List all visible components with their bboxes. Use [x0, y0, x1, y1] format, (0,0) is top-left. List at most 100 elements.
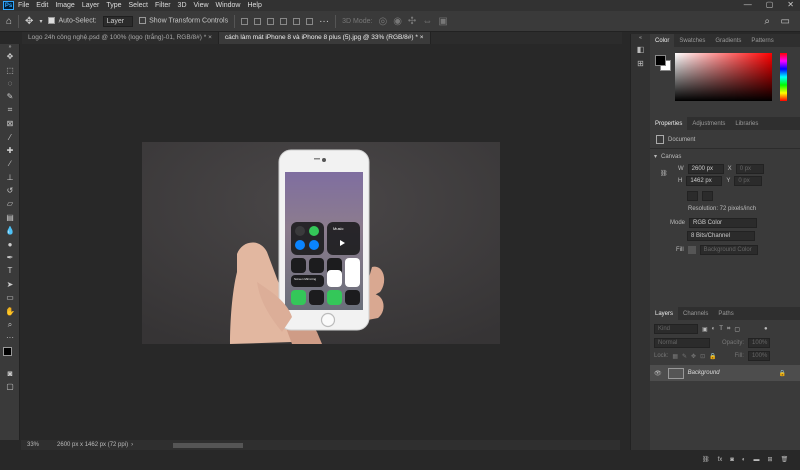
adjustment-layer-icon[interactable]: ◐: [742, 457, 746, 463]
healing-brush-tool-icon[interactable]: ✚: [0, 144, 20, 157]
delete-layer-icon[interactable]: 🗑: [781, 456, 789, 463]
align-middle-icon[interactable]: [293, 17, 301, 25]
fill-dropdown[interactable]: Background Color: [699, 245, 758, 255]
marquee-tool-icon[interactable]: ⬚: [0, 63, 20, 76]
link-dimensions-icon[interactable]: ⛓: [660, 170, 668, 177]
layer-row-background[interactable]: 👁 Background 🔒: [650, 365, 800, 381]
portrait-orientation-icon[interactable]: [687, 191, 698, 201]
filter-toggle-icon[interactable]: ●: [764, 326, 768, 332]
dodge-tool-icon[interactable]: ●: [0, 237, 20, 250]
pen-tool-icon[interactable]: ✒: [0, 251, 20, 264]
menu-type[interactable]: Type: [106, 2, 121, 9]
new-group-icon[interactable]: ▬: [754, 457, 760, 463]
close-tab-icon[interactable]: ×: [420, 34, 424, 41]
move-tool-icon[interactable]: ✥: [0, 50, 20, 63]
move-tool-icon[interactable]: ✥: [25, 16, 33, 27]
hue-slider[interactable]: [780, 53, 787, 101]
lock-artboard-icon[interactable]: ⊡: [700, 353, 705, 360]
fill-opacity-field[interactable]: 100%: [747, 351, 770, 361]
type-tool-icon[interactable]: T: [0, 264, 20, 277]
restore-button[interactable]: ▢: [766, 0, 774, 9]
workspace-icon[interactable]: ▭: [781, 16, 790, 27]
tab-gradients[interactable]: Gradients: [710, 38, 746, 44]
tab-libraries[interactable]: Libraries: [730, 121, 763, 127]
more-options-icon[interactable]: ···: [319, 16, 329, 27]
rectangle-tool-icon[interactable]: ▭: [0, 291, 20, 304]
align-right-icon[interactable]: [267, 17, 275, 25]
minimize-button[interactable]: —: [744, 0, 752, 9]
quick-select-tool-icon[interactable]: ✎: [0, 90, 20, 103]
width-field[interactable]: 2600 px: [687, 164, 724, 174]
menu-layer[interactable]: Layer: [82, 2, 100, 9]
lock-pixels-icon[interactable]: ▦: [672, 353, 678, 360]
search-icon[interactable]: ⌕: [764, 16, 770, 27]
opacity-field[interactable]: 100%: [748, 338, 771, 348]
chevron-down-icon[interactable]: ▾: [39, 18, 42, 25]
x-field[interactable]: 0 px: [735, 164, 764, 174]
3d-pan-icon[interactable]: ✣: [408, 16, 416, 27]
align-bottom-icon[interactable]: [306, 17, 314, 25]
foreground-color-swatch[interactable]: [3, 346, 12, 356]
foreground-color-swatch[interactable]: [655, 55, 666, 66]
close-button[interactable]: ✕: [787, 0, 794, 9]
menu-window[interactable]: Window: [216, 2, 241, 9]
pixel-filter-icon[interactable]: ▣: [702, 326, 708, 333]
3d-scale-icon[interactable]: ▣: [438, 16, 447, 27]
add-mask-icon[interactable]: ◙: [730, 457, 734, 463]
visibility-eye-icon[interactable]: 👁: [654, 370, 662, 377]
y-field[interactable]: 0 px: [734, 176, 763, 186]
3d-roll-icon[interactable]: ◉: [393, 16, 402, 27]
height-field[interactable]: 1462 px: [686, 176, 723, 186]
menu-help[interactable]: Help: [247, 2, 261, 9]
home-icon[interactable]: ⌂: [6, 16, 12, 27]
history-panel-icon[interactable]: ◧: [631, 42, 650, 56]
more-tools-icon[interactable]: ···: [0, 331, 20, 344]
menu-select[interactable]: Select: [129, 2, 148, 9]
align-center-icon[interactable]: [254, 17, 262, 25]
expand-icon[interactable]: «: [631, 34, 650, 42]
path-select-tool-icon[interactable]: ➤: [0, 278, 20, 291]
screen-mode-icon[interactable]: ▢: [0, 380, 20, 393]
chevron-down-icon[interactable]: ▾: [654, 153, 657, 160]
layer-style-icon[interactable]: fx: [718, 457, 723, 463]
lock-paint-icon[interactable]: ✎: [682, 353, 687, 360]
horizontal-scrollbar[interactable]: [173, 442, 244, 448]
smart-object-filter-icon[interactable]: ▢: [734, 326, 740, 333]
adjustment-filter-icon[interactable]: ◐: [712, 326, 716, 332]
zoom-tool-icon[interactable]: ⌕: [0, 318, 20, 331]
tab-channels[interactable]: Channels: [678, 311, 713, 317]
tab-adjustments[interactable]: Adjustments: [687, 121, 730, 127]
quick-mask-icon[interactable]: ◙: [0, 367, 20, 380]
tab-layers[interactable]: Layers: [650, 307, 679, 320]
landscape-orientation-icon[interactable]: [702, 191, 713, 201]
tab-logo-psd[interactable]: Logo 24h công nghệ.psd @ 100% (logo (trắ…: [22, 32, 219, 44]
blur-tool-icon[interactable]: 💧: [0, 224, 20, 237]
3d-rotate-icon[interactable]: ◎: [378, 16, 387, 27]
menu-view[interactable]: View: [194, 2, 209, 9]
menu-image[interactable]: Image: [55, 2, 74, 9]
link-layers-icon[interactable]: ⛓: [702, 456, 710, 463]
blend-mode-dropdown[interactable]: Normal: [654, 338, 710, 348]
bit-depth-dropdown[interactable]: 8 Bits/Channel: [687, 231, 755, 241]
tab-properties[interactable]: Properties: [650, 117, 688, 130]
tab-iphone-jpg[interactable]: cách làm mát iPhone 8 và iPhone 8 plus (…: [218, 32, 431, 44]
filter-kind-dropdown[interactable]: Kind: [654, 324, 698, 334]
tab-paths[interactable]: Paths: [713, 311, 738, 317]
menu-edit[interactable]: Edit: [36, 2, 48, 9]
auto-select-checkbox[interactable]: Auto-Select:: [48, 17, 97, 25]
fill-swatch[interactable]: [687, 246, 696, 254]
transform-controls-checkbox[interactable]: Show Transform Controls: [139, 17, 228, 25]
lock-position-icon[interactable]: ✥: [691, 353, 696, 360]
menu-filter[interactable]: Filter: [155, 2, 171, 9]
crop-tool-icon[interactable]: ⌗: [0, 104, 20, 117]
auto-select-dropdown[interactable]: Layer: [102, 15, 134, 27]
chevron-right-icon[interactable]: ›: [131, 442, 133, 448]
frame-tool-icon[interactable]: ⊠: [0, 117, 20, 130]
layer-lock-icon[interactable]: 🔒: [779, 370, 786, 377]
color-field[interactable]: [675, 53, 772, 101]
align-left-icon[interactable]: [241, 17, 249, 25]
hand-tool-icon[interactable]: ✋: [0, 304, 20, 317]
clone-stamp-tool-icon[interactable]: ⊥: [0, 171, 20, 184]
document-canvas-image[interactable]: Music Screen Mirroring: [142, 142, 500, 344]
history-brush-tool-icon[interactable]: ↺: [0, 184, 20, 197]
